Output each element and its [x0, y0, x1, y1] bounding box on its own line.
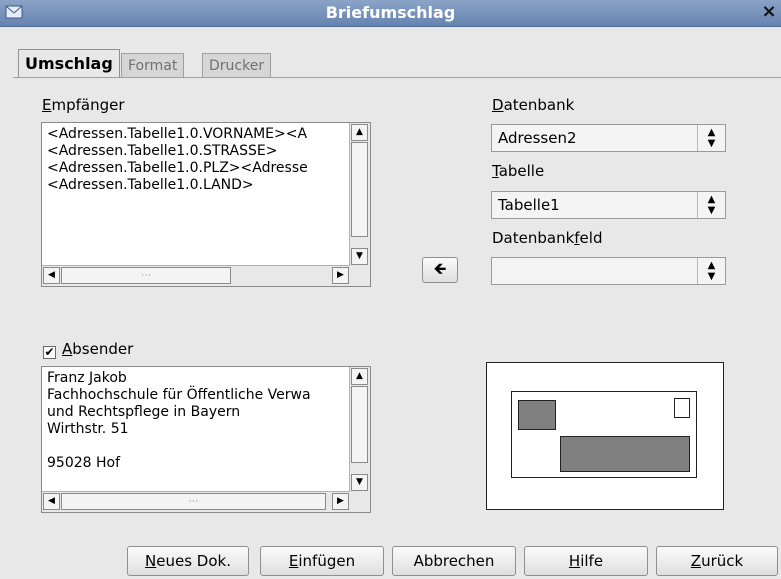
database-label: Datenbank — [492, 96, 575, 114]
recipient-hscroll-thumb[interactable]: ⋯ — [61, 267, 231, 284]
recipient-label: Empfänger — [42, 96, 125, 114]
back-button[interactable]: Zurück — [656, 546, 778, 576]
help-button[interactable]: Hilfe — [524, 546, 648, 576]
scroll-down-icon[interactable]: ▼ — [351, 248, 368, 265]
tab-drucker[interactable]: Drucker — [202, 53, 272, 77]
table-value: Tabelle1 — [498, 196, 560, 214]
scroll-corner — [350, 266, 370, 286]
preview-stamp — [674, 398, 690, 418]
recipient-vscrollbar[interactable]: ▲ ▼ — [349, 123, 370, 266]
recipient-hscrollbar[interactable]: ◀ ⋯ ▶ — [42, 265, 350, 286]
title-bar: Briefumschlag × — [0, 0, 781, 27]
scroll-left-icon[interactable]: ◀ — [43, 493, 60, 510]
sender-hscroll-thumb[interactable]: ⋯ — [61, 493, 326, 510]
insert-field-arrow-button[interactable]: 🡸 — [422, 257, 458, 283]
database-combobox[interactable]: Adressen2 ▲ ▼ — [491, 124, 726, 152]
recipient-textbox[interactable]: <Adressen.Tabelle1.0.VORNAME><A <Adressen… — [41, 122, 371, 287]
preview-recipient-area — [560, 436, 690, 472]
database-field-label: Datenbankfeld — [492, 229, 603, 247]
updown-icon[interactable]: ▲ ▼ — [697, 192, 725, 218]
updown-icon[interactable]: ▲ ▼ — [697, 125, 725, 151]
window-title: Briefumschlag — [325, 3, 456, 22]
sender-vscrollbar[interactable]: ▲ ▼ — [349, 367, 370, 492]
scroll-right-icon[interactable]: ▶ — [332, 493, 349, 510]
scroll-right-icon[interactable]: ▶ — [332, 267, 349, 284]
updown-icon[interactable]: ▲ ▼ — [697, 258, 725, 284]
recipient-lines: <Adressen.Tabelle1.0.VORNAME><A <Adressen… — [47, 126, 308, 193]
sender-hscrollbar[interactable]: ◀ ⋯ ▶ — [42, 491, 350, 512]
arrow-left-icon: 🡸 — [433, 259, 447, 278]
database-field-combobox[interactable]: ▲ ▼ — [491, 257, 726, 285]
scroll-up-icon[interactable]: ▲ — [351, 368, 368, 385]
tab-umschlag[interactable]: Umschlag — [18, 49, 120, 78]
new-document-button[interactable]: Neues Dok. — [127, 546, 249, 576]
close-icon[interactable]: × — [759, 2, 779, 22]
sender-vscroll-thumb[interactable] — [351, 386, 368, 463]
scroll-up-icon[interactable]: ▲ — [351, 124, 368, 141]
insert-button[interactable]: Einfügen — [260, 546, 384, 576]
tab-format[interactable]: Format — [121, 53, 185, 77]
envelope-outline — [511, 391, 697, 478]
envelope-preview — [486, 362, 724, 510]
table-label: Tabelle — [492, 162, 545, 180]
preview-sender-area — [518, 400, 556, 430]
scroll-left-icon[interactable]: ◀ — [43, 267, 60, 284]
sender-label: Absender — [62, 340, 134, 358]
database-value: Adressen2 — [498, 129, 577, 147]
sender-textbox[interactable]: Franz Jakob Fachhochschule für Öffentlich… — [41, 366, 371, 513]
scroll-down-icon[interactable]: ▼ — [351, 474, 368, 491]
table-combobox[interactable]: Tabelle1 ▲ ▼ — [491, 191, 726, 219]
scroll-corner — [350, 492, 370, 512]
recipient-vscroll-thumb[interactable] — [351, 142, 368, 237]
cancel-button[interactable]: Abbrechen — [392, 546, 516, 576]
sender-lines: Franz Jakob Fachhochschule für Öffentlich… — [47, 370, 311, 471]
sender-checkbox[interactable]: ✔ — [43, 346, 56, 359]
